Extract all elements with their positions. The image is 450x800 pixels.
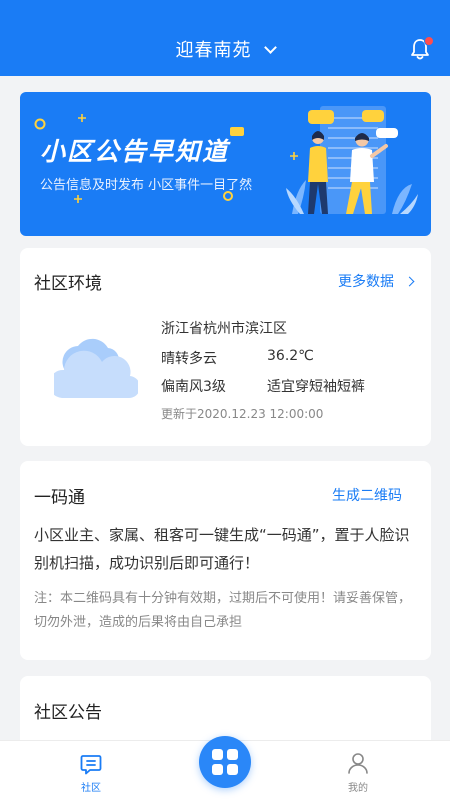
temperature-text: 36.2℃ (267, 348, 314, 364)
tab-community-label: 社区 (81, 783, 101, 794)
chevron-right-icon (404, 276, 415, 287)
update-time: 更新于2020.12.23 12:00:00 (161, 407, 324, 421)
grid-icon (212, 749, 238, 775)
environment-card: 社区环境 更多数据 浙江省杭州市滨江区 晴转多云 36.2℃ 偏南风3级 适宜穿… (20, 248, 431, 446)
tab-mine-label: 我的 (348, 783, 368, 794)
location-text: 浙江省杭州市滨江区 (161, 321, 287, 337)
clothing-advice-text: 适宜穿短袖短裤 (267, 379, 365, 395)
more-data-link[interactable]: 更多数据 (338, 271, 415, 291)
community-selector[interactable]: 迎春南苑 (0, 36, 450, 62)
tab-mine[interactable]: 我的 (313, 741, 403, 800)
qrcode-note: 注：本二维码具有十分钟有效期，过期后不可使用！请妥善保管，切勿外泄，造成的后果将… (34, 591, 412, 630)
cloudy-weather-icon (54, 338, 138, 399)
notification-badge (424, 36, 434, 46)
community-icon (80, 755, 102, 775)
banner-title: 小区公告早知道 (40, 137, 230, 166)
community-name: 迎春南苑 (175, 40, 252, 61)
apps-menu-button[interactable] (199, 736, 251, 788)
qrcode-title: 一码通 (34, 488, 85, 508)
notice-title: 社区公告 (34, 703, 102, 723)
wind-text: 偏南风3级 (161, 379, 226, 395)
weather-text: 晴转多云 (161, 351, 217, 367)
chevron-down-icon (263, 41, 277, 54)
banner-subtitle: 公告信息及时发布 小区事件一目了然 (40, 178, 253, 193)
tab-community[interactable]: 社区 (46, 741, 136, 800)
user-icon (348, 753, 368, 774)
generate-qrcode-button[interactable]: 生成二维码 (332, 485, 402, 505)
app-header: 迎春南苑 (0, 0, 450, 76)
qrcode-description: 小区业主、家属、租客可一键生成“一码通”，置于人脸识别机扫描，成功识别后即可通行… (34, 526, 410, 572)
notice-banner[interactable]: 小区公告早知道 公告信息及时发布 小区事件一目了然 (20, 92, 431, 236)
qrcode-card: 一码通 生成二维码 小区业主、家属、租客可一键生成“一码通”，置于人脸识别机扫描… (20, 461, 431, 660)
environment-title: 社区环境 (34, 274, 102, 294)
more-data-label: 更多数据 (338, 274, 394, 290)
